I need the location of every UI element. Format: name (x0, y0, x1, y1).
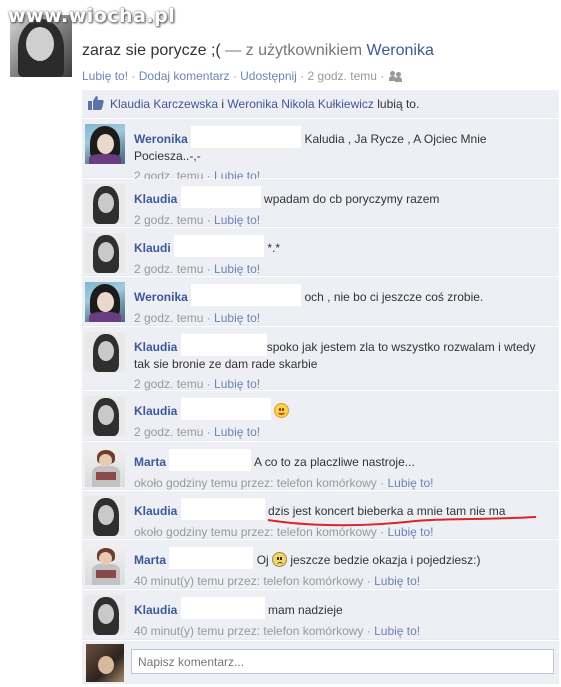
story-actions: Lubię to! · Dodaj komentarz · Udostępnij… (82, 69, 402, 83)
comments-feed: Klaudia Karczewska i Weronika Nikola Kuł… (82, 90, 559, 684)
story-text: zaraz sie porycze ;( (82, 42, 221, 59)
comment-text: och , nie bo ci jeszcze coś zrobie. (304, 290, 484, 304)
comment-text: A co to za placzliwe nastroje... (254, 455, 415, 469)
commenter-avatar[interactable] (85, 332, 125, 372)
comment-text-a: Oj (256, 553, 269, 567)
comment-text: *.* (267, 241, 281, 255)
comment-item: Klaudia mam nadzieje 40 minut(y) temu pr… (82, 590, 559, 640)
comment-time[interactable]: 2 godz. temu (134, 311, 203, 325)
commenter-avatar[interactable] (85, 396, 125, 436)
watermark: www.wiocha.pl (8, 5, 176, 27)
comment-input[interactable] (131, 649, 554, 674)
comment-author-link[interactable]: Klaudi (134, 241, 171, 255)
commenter-avatar[interactable] (85, 233, 125, 273)
smile-emoticon-icon (274, 403, 290, 418)
liker-link-2[interactable]: Weronika Nikola Kułkiewicz (227, 97, 374, 111)
comment-author-link[interactable]: Marta (134, 553, 166, 567)
separator: · (300, 69, 305, 83)
comment-like-link[interactable]: Lubię to! (374, 624, 420, 638)
comment-time[interactable]: 2 godz. temu (134, 377, 203, 391)
separator: · (131, 69, 136, 83)
comment-item: Klaudi *.* 2 godz. temu · Lubię to! (82, 228, 559, 276)
redaction-block (191, 284, 302, 306)
comment-item: Weronika och , nie bo ci jeszcze coś zro… (82, 277, 559, 326)
comment-like-link[interactable]: Lubię to! (374, 574, 420, 588)
comment-author-link[interactable]: Klaudia (134, 340, 177, 354)
comment-time[interactable]: 2 godz. temu (134, 213, 203, 227)
redaction-block (180, 398, 271, 420)
comment-time[interactable]: 40 minut(y) temu przez: telefon komórkow… (134, 624, 363, 638)
redaction-block (191, 126, 302, 148)
comment-like-link[interactable]: Lubię to! (214, 262, 260, 276)
comment-item: Klaudia 2 godz. temu · Lubię to! (82, 391, 559, 441)
redaction-block (180, 498, 265, 520)
current-user-avatar (86, 644, 124, 682)
likes-summary: Klaudia Karczewska i Weronika Nikola Kuł… (82, 90, 559, 118)
story-title: zaraz sie porycze ;( — z użytkownikiem W… (82, 42, 434, 60)
comment-time[interactable]: 40 minut(y) temu przez: telefon komórkow… (134, 574, 363, 588)
redaction-block (169, 449, 252, 471)
commenter-avatar[interactable] (85, 447, 125, 487)
separator: · (232, 69, 237, 83)
commenter-avatar[interactable] (85, 124, 125, 164)
with-user-link[interactable]: Weronika (367, 42, 434, 59)
comment-item: Marta A co to za placzliwe nastroje... o… (82, 442, 559, 490)
comment-item: Klaudia spoko jak jestem zla to wszystko… (82, 327, 559, 391)
redaction-block (180, 186, 261, 208)
with-prefix: — z użytkownikiem (225, 42, 363, 59)
sad-emoticon-icon (272, 552, 288, 567)
comment-text-b: jeszcze bedzie okazja i pojedziesz:) (290, 553, 481, 567)
comment-item: Klaudia wpadam do cb poryczymy razem 2 g… (82, 179, 559, 227)
comment-like-link[interactable]: Lubię to! (214, 213, 260, 227)
likes-suffix: lubią to. (377, 97, 420, 111)
comment-like-link[interactable]: Lubię to! (387, 525, 433, 539)
comment-text: mam nadzieje (268, 603, 343, 617)
comment-composer (82, 641, 559, 684)
comment-time[interactable]: około godziny temu przez: telefon komórk… (134, 476, 377, 490)
comment-time[interactable]: około godziny temu przez: telefon komórk… (134, 525, 377, 539)
comment-like-link[interactable]: Lubię to! (214, 377, 260, 391)
comment-text: wpadam do cb poryczymy razem (264, 192, 440, 206)
comment-author-link[interactable]: Klaudia (134, 603, 177, 617)
comment-item: Marta Oj jeszcze bedzie okazja i pojedzi… (82, 540, 559, 589)
friends-audience-icon[interactable] (388, 71, 402, 82)
separator: · (380, 69, 385, 83)
commenter-avatar[interactable] (85, 184, 125, 224)
comment-author-link[interactable]: Klaudia (134, 504, 177, 518)
story-timestamp[interactable]: 2 godz. temu (308, 69, 377, 83)
commenter-avatar[interactable] (85, 282, 125, 322)
comment-time[interactable]: 2 godz. temu (134, 262, 203, 276)
liker-link-1[interactable]: Klaudia Karczewska (110, 97, 218, 111)
like-thumb-icon (88, 96, 104, 110)
comment-like-link[interactable]: Lubię to! (214, 425, 260, 439)
share-link[interactable]: Udostępnij (240, 69, 297, 83)
comment-time[interactable]: 2 godz. temu (134, 425, 203, 439)
comment-item: Weronika Kaludia , Ja Rycze , A Ojciec M… (82, 119, 559, 183)
comment-like-link[interactable]: Lubię to! (214, 311, 260, 325)
comment-item: Klaudia dzis jest koncert bieberka a mni… (82, 491, 559, 539)
story-like-link[interactable]: Lubię to! (82, 69, 128, 83)
likes-and: i (221, 97, 225, 111)
redaction-block (180, 597, 265, 619)
comment-author-link[interactable]: Klaudia (134, 404, 177, 418)
commenter-avatar[interactable] (85, 545, 125, 585)
comment-author-link[interactable]: Weronika (134, 290, 188, 304)
redaction-block (169, 547, 254, 569)
comment-like-link[interactable]: Lubię to! (387, 476, 433, 490)
comment-author-link[interactable]: Klaudia (134, 192, 177, 206)
comment-author-link[interactable]: Marta (134, 455, 166, 469)
redaction-block (174, 235, 265, 257)
comment-author-link[interactable]: Weronika (134, 132, 188, 146)
commenter-avatar[interactable] (85, 595, 125, 635)
add-comment-link[interactable]: Dodaj komentarz (139, 69, 230, 83)
redaction-block (180, 334, 267, 356)
commenter-avatar[interactable] (85, 496, 125, 536)
comment-text: dzis jest koncert bieberka a mnie tam ni… (268, 504, 506, 518)
